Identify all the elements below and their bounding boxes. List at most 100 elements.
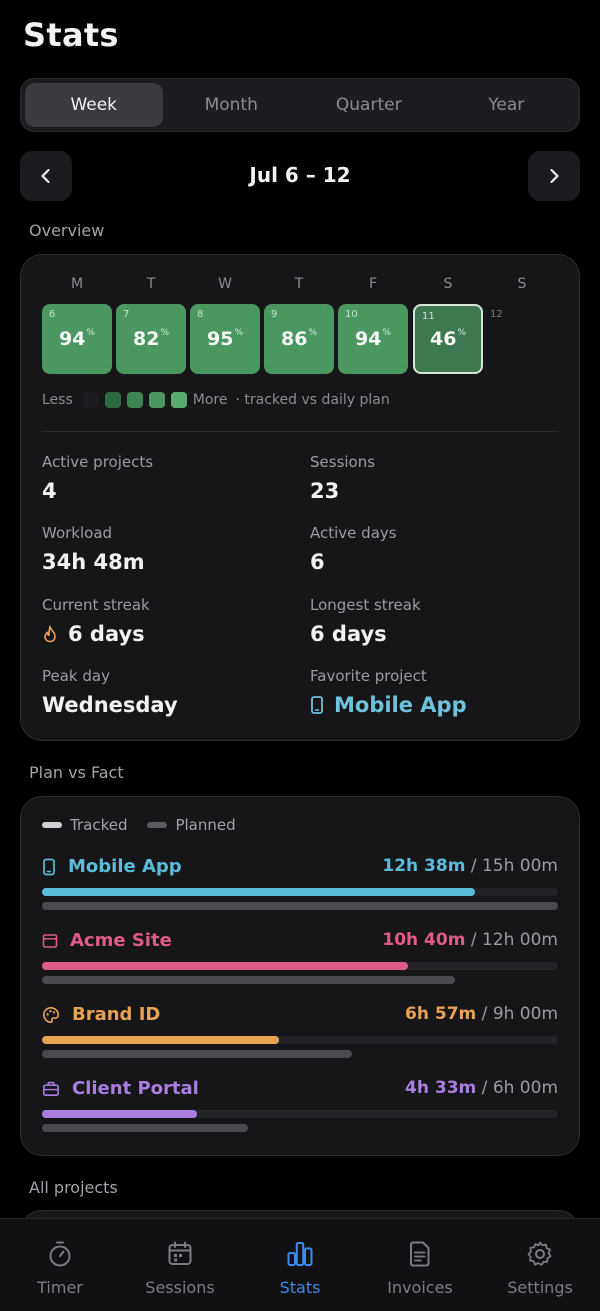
active-days-label: Active days xyxy=(310,524,397,542)
legend-swatch xyxy=(170,392,187,408)
project-row[interactable]: Mobile App 12h 38m / 15h 00m xyxy=(42,856,558,912)
planned-legend-label: Planned xyxy=(175,816,236,834)
peak-day-label: Peak day xyxy=(42,667,110,685)
tab-stats[interactable]: Stats xyxy=(240,1219,360,1311)
flame-icon xyxy=(44,625,56,643)
plan-vs-fact-section-label: Plan vs Fact xyxy=(29,763,124,782)
project-name: Client Portal xyxy=(42,1078,199,1099)
project-row[interactable]: Acme Site 10h 40m / 12h 00m xyxy=(42,930,558,986)
tracked-bar xyxy=(42,888,558,896)
peak-day-value: Wednesday xyxy=(42,693,178,717)
tracked-bar xyxy=(42,1110,558,1118)
date-range-label: Jul 6 – 12 xyxy=(249,163,351,187)
legend-swatch xyxy=(126,392,143,408)
overview-section-label: Overview xyxy=(29,221,105,240)
day-number: 7 xyxy=(123,309,130,320)
tracked-bar-fill xyxy=(42,1036,280,1044)
tracked-bar-fill xyxy=(42,962,409,970)
planned-bar xyxy=(42,1124,249,1132)
tracked-legend-label: Tracked xyxy=(70,816,128,834)
weekday-label: T xyxy=(294,276,304,292)
heatmap-day-cell[interactable]: 8 95% xyxy=(190,304,260,374)
heatmap-day-cell-empty[interactable]: 12 xyxy=(487,304,557,374)
legend-note: · tracked vs daily plan xyxy=(235,392,390,408)
weekday-label: M xyxy=(70,276,84,292)
all-projects-section-label: All projects xyxy=(29,1178,118,1197)
heatmap-day-cell-selected[interactable]: 11 46% xyxy=(413,304,483,374)
tracked-bar xyxy=(42,962,558,970)
tab-sessions[interactable]: Sessions xyxy=(120,1219,240,1311)
page-title: Stats xyxy=(23,16,119,54)
tab-quarter[interactable]: Quarter xyxy=(300,83,438,127)
day-number: 8 xyxy=(197,309,204,320)
workload-label: Workload xyxy=(42,524,113,542)
period-selector: Week Month Quarter Year xyxy=(20,78,580,132)
legend-less-label: Less xyxy=(42,392,73,408)
tracked-bar-fill xyxy=(42,888,476,896)
tab-month[interactable]: Month xyxy=(163,83,301,127)
sessions-value: 23 xyxy=(310,479,340,503)
day-number: 9 xyxy=(271,309,278,320)
project-row[interactable]: Brand ID 6h 57m / 9h 00m xyxy=(42,1004,558,1060)
heatmap-day-cell[interactable]: 7 82% xyxy=(116,304,186,374)
tracked-swatch xyxy=(42,822,62,828)
day-number: 6 xyxy=(49,309,56,320)
project-name: Acme Site xyxy=(42,930,172,951)
day-percent: 94% xyxy=(354,328,391,350)
day-percent: 82% xyxy=(132,328,169,350)
day-number: 10 xyxy=(345,309,358,320)
longest-streak-value: 6 days xyxy=(310,622,387,646)
active-projects-value: 4 xyxy=(42,479,57,503)
heatmap-legend: Less More · tracked vs daily plan xyxy=(42,392,390,408)
tab-week[interactable]: Week xyxy=(25,83,163,127)
heatmap-day-cell[interactable]: 10 94% xyxy=(338,304,408,374)
favorite-project-value[interactable]: Mobile App xyxy=(310,693,467,717)
project-name: Mobile App xyxy=(42,856,182,877)
longest-streak-label: Longest streak xyxy=(310,596,421,614)
legend-swatch xyxy=(82,392,99,408)
legend-more-label: More xyxy=(192,392,228,408)
legend-swatch xyxy=(104,392,121,408)
sessions-label: Sessions xyxy=(310,453,376,471)
active-projects-label: Active projects xyxy=(42,453,154,471)
briefcase-icon xyxy=(42,1081,59,1096)
project-row[interactable]: Client Portal 4h 33m / 6h 00m xyxy=(42,1078,558,1134)
day-number: 12 xyxy=(490,309,503,320)
weekday-label: W xyxy=(218,276,232,292)
weekday-label: T xyxy=(146,276,156,292)
planned-bar xyxy=(42,1050,352,1058)
tracked-bar-fill xyxy=(42,1110,197,1118)
planned-swatch xyxy=(147,822,168,828)
project-time: 6h 57m / 9h 00m xyxy=(405,1004,558,1024)
phone-icon xyxy=(311,696,323,714)
calendar-icon xyxy=(168,1241,192,1265)
heatmap-day-cell[interactable]: 9 86% xyxy=(264,304,334,374)
current-streak-label: Current streak xyxy=(42,596,150,614)
bottom-tab-bar: Timer Sessions Stats Invoices Settings xyxy=(0,1218,600,1311)
project-time: 12h 38m / 15h 00m xyxy=(382,856,558,876)
tab-invoices[interactable]: Invoices xyxy=(360,1219,480,1311)
planned-bar xyxy=(42,902,558,910)
current-streak-value: 6 days xyxy=(42,622,145,646)
weekday-label: F xyxy=(368,276,378,292)
browser-icon xyxy=(42,933,58,948)
day-percent: 46% xyxy=(429,328,466,350)
chevron-right-icon xyxy=(550,168,559,184)
tab-timer[interactable]: Timer xyxy=(0,1219,120,1311)
weekday-label: S xyxy=(517,276,527,292)
bar-chart-icon xyxy=(287,1242,313,1266)
tab-year[interactable]: Year xyxy=(438,83,576,127)
favorite-project-label: Favorite project xyxy=(310,667,427,685)
stopwatch-icon xyxy=(49,1241,71,1267)
tab-settings[interactable]: Settings xyxy=(480,1219,600,1311)
heatmap-day-cell[interactable]: 6 94% xyxy=(42,304,112,374)
document-icon xyxy=(410,1241,430,1267)
tracked-bar xyxy=(42,1036,558,1044)
palette-icon xyxy=(43,1006,59,1023)
phone-icon xyxy=(43,858,55,875)
gear-icon xyxy=(527,1241,552,1266)
project-time: 4h 33m / 6h 00m xyxy=(405,1078,558,1098)
day-number: 11 xyxy=(422,311,435,322)
next-period-button[interactable] xyxy=(528,151,580,201)
divider xyxy=(42,431,558,432)
